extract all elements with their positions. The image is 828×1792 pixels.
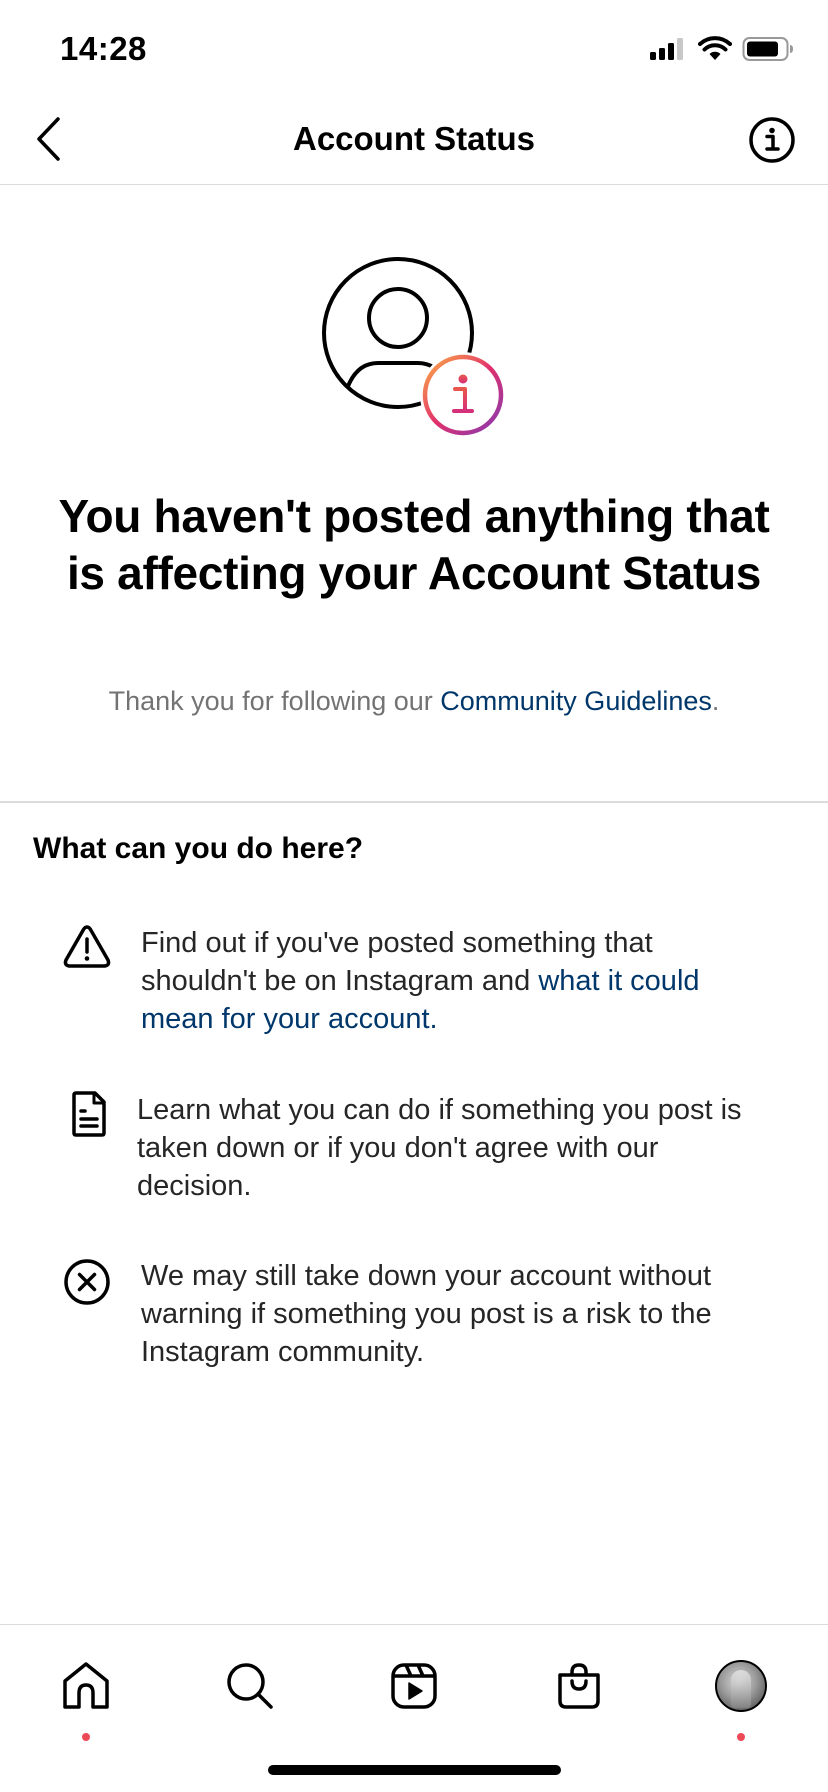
status-bar: 14:28 <box>0 0 828 100</box>
reels-icon <box>391 1663 437 1709</box>
status-icons <box>648 36 794 62</box>
status-time: 14:28 <box>60 30 147 67</box>
tab-shop[interactable] <box>544 1651 614 1721</box>
tab-profile[interactable] <box>706 1651 776 1741</box>
section-divider <box>0 801 828 803</box>
warning-triangle-icon <box>63 925 111 968</box>
nav-header: Account Status <box>0 100 828 185</box>
subtitle-prefix: Thank you for following our <box>108 686 441 716</box>
item-text: Learn what you can do if something you p… <box>137 1094 742 1202</box>
profile-avatar <box>715 1660 767 1712</box>
cellular-signal-icon <box>650 38 683 60</box>
shopping-bag-icon <box>558 1663 600 1709</box>
item-text: We may still take down your account with… <box>141 1260 712 1368</box>
info-button[interactable] <box>748 116 796 164</box>
tab-reels[interactable] <box>379 1651 449 1721</box>
account-info-icon <box>320 255 510 445</box>
community-guidelines-link[interactable]: Community Guidelines <box>440 686 712 716</box>
document-icon <box>72 1091 106 1137</box>
home-indicator[interactable] <box>268 1765 561 1775</box>
status-heading: You haven't posted anything that is affe… <box>58 490 770 599</box>
subtitle-suffix: . <box>711 686 720 716</box>
search-icon <box>227 1663 273 1709</box>
tab-search[interactable] <box>215 1651 285 1721</box>
battery-icon <box>742 37 793 61</box>
wifi-icon <box>698 36 732 60</box>
status-subtitle: Thank you for following our Community Gu… <box>0 686 828 717</box>
home-icon <box>63 1662 109 1709</box>
page-title: Account Status <box>292 120 536 157</box>
info-circle-icon <box>749 117 795 163</box>
tab-home[interactable] <box>51 1651 121 1741</box>
close-circle-icon <box>64 1259 110 1305</box>
notification-dot <box>82 1733 90 1741</box>
notification-dot <box>737 1733 745 1741</box>
item-text: Find out if you've posted something that… <box>141 924 768 1038</box>
section-title: What can you do here? <box>33 832 364 865</box>
